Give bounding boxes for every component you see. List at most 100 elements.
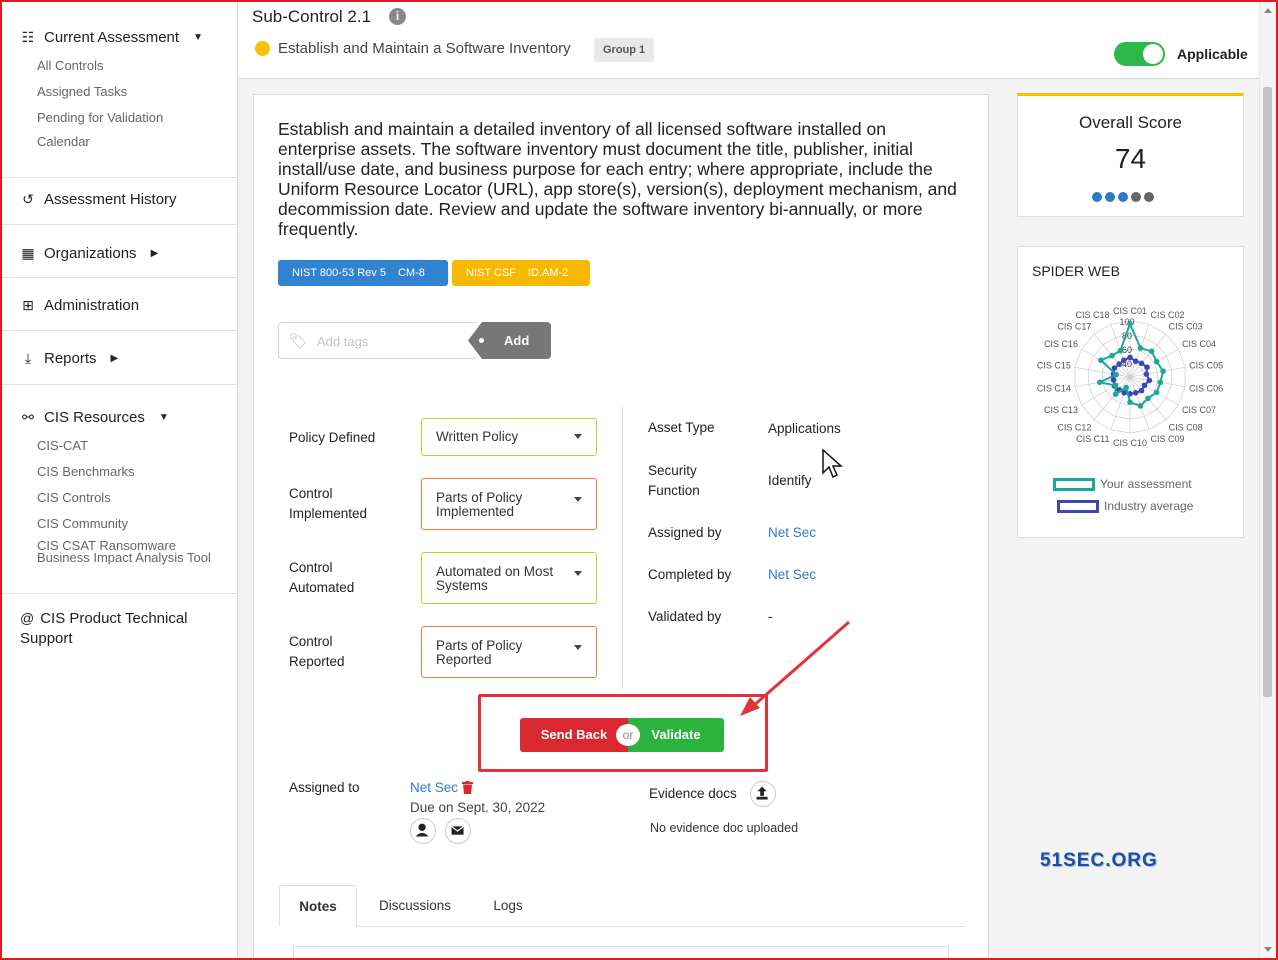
tab-discussions[interactable]: Discussions [365, 885, 465, 927]
axis-label: CIS C14 [1037, 384, 1071, 394]
caret-down-icon: ▼ [158, 412, 169, 423]
nav-administration-label: Administration [44, 297, 140, 314]
axis-label: CIS C08 [1169, 423, 1203, 433]
security-function-value: Identify [768, 473, 812, 488]
add-tag-button[interactable]: Add [468, 322, 551, 359]
axis-label: CIS C13 [1044, 405, 1078, 415]
score-dot [1144, 192, 1154, 202]
tag-hole-icon [479, 338, 484, 343]
legend-your-assessment: Your assessment [1100, 477, 1192, 491]
tab-notes[interactable]: Notes [279, 885, 357, 927]
assign-user-button[interactable] [410, 818, 436, 844]
sidebar: ☷ Current Assessment ▼ All Controls Assi… [2, 2, 238, 958]
evidence-status: No evidence doc uploaded [650, 821, 799, 835]
nav-item-cis-csat-ransomware[interactable]: CIS CSAT Ransomware Business Impact Anal… [2, 539, 237, 564]
upload-icon [756, 786, 768, 800]
spider-web-title: SPIDER WEB [1032, 263, 1120, 279]
assigned-by-link[interactable]: Net Sec [768, 525, 816, 540]
nav-administration[interactable]: ⊞ Administration [2, 278, 237, 314]
nav-current-assessment[interactable]: ☷ Current Assessment ▼ [2, 2, 237, 46]
chevron-down-icon [574, 571, 582, 576]
send-back-button[interactable]: Send Back [520, 718, 628, 752]
tab-logs[interactable]: Logs [475, 885, 541, 927]
download-icon: ⤓ [24, 350, 32, 366]
your-assessment-point [1148, 348, 1155, 355]
nav-product-support-line2: Support [20, 630, 73, 647]
industry-average-point [1138, 387, 1145, 394]
scroll-up-icon[interactable] [1264, 8, 1272, 13]
select-value-line: Systems [436, 578, 488, 593]
industry-average-point [1144, 364, 1150, 370]
validate-button[interactable]: Validate [628, 718, 724, 752]
your-assessment-point [1112, 382, 1119, 389]
industry-average-point [1121, 357, 1127, 363]
watermark: 51SEC.ORG [1040, 850, 1158, 871]
list-icon: ☷ [21, 29, 35, 45]
score-dot [1105, 192, 1115, 202]
axis-label: CIS C01 [1113, 306, 1147, 316]
nav-item-cis-community[interactable]: CIS Community [2, 514, 237, 540]
policy-defined-value: Written Policy [436, 429, 519, 444]
nav-item-pending-validation[interactable]: Pending for Validation [2, 108, 237, 134]
nav-section-organizations: ▦ Organizations ▶ [2, 225, 237, 278]
control-automated-select[interactable]: Automated on Most Systems [421, 552, 597, 604]
control-implemented-label: Control Implemented [289, 484, 367, 524]
ref-framework: NIST CSF [466, 267, 516, 279]
ref-tag-nist-800-53[interactable]: NIST 800-53 Rev 5 CM-8 [278, 260, 448, 286]
assigned-to-link[interactable]: Net Sec [410, 780, 458, 795]
nav-item-calendar[interactable]: Calendar [2, 134, 237, 160]
legend-swatch-yours [1053, 478, 1095, 491]
axis-label: CIS C12 [1057, 423, 1091, 433]
your-assessment-point [1112, 391, 1119, 397]
nav-product-support[interactable]: @ CIS Product Technical Support [2, 594, 237, 649]
nav-assessment-history[interactable]: ↺ Assessment History [2, 178, 237, 208]
your-assessment-point [1160, 368, 1166, 374]
nav-item-cis-cat[interactable]: CIS-CAT [2, 436, 237, 462]
info-icon[interactable]: i [389, 8, 406, 25]
applicable-toggle[interactable] [1114, 42, 1165, 66]
axis-label: CIS C04 [1182, 339, 1216, 349]
your-assessment-point [1127, 399, 1133, 405]
nav-item-cis-controls[interactable]: CIS Controls [2, 488, 237, 514]
due-date: Due on Sept. 30, 2022 [410, 800, 546, 815]
nav-organizations[interactable]: ▦ Organizations ▶ [2, 225, 237, 262]
axis-label: CIS C10 [1113, 438, 1147, 448]
nav-item-assigned-tasks[interactable]: Assigned Tasks [2, 82, 237, 108]
label-line: Security [648, 463, 697, 478]
email-button[interactable] [445, 818, 471, 844]
nav-reports[interactable]: ⤓ Reports ▶ [2, 331, 237, 367]
scale-label: 60 [1122, 345, 1132, 355]
or-separator: or [616, 724, 640, 746]
policy-defined-label: Policy Defined [289, 430, 376, 445]
control-subtitle: Establish and Maintain a Software Invent… [278, 40, 571, 57]
control-reported-select[interactable]: Parts of Policy Reported [421, 626, 597, 678]
control-implemented-select[interactable]: Parts of Policy Implemented [421, 478, 597, 530]
validated-by-value: - [768, 609, 773, 624]
sitemap-icon: ⊞ [22, 297, 34, 313]
label-line: Implemented [289, 506, 368, 521]
industry-average-point [1146, 377, 1153, 384]
upload-evidence-button[interactable] [750, 781, 776, 807]
policy-defined-select[interactable]: Written Policy [421, 418, 597, 456]
completed-by-link[interactable]: Net Sec [768, 567, 816, 582]
ref-tag-nist-csf[interactable]: NIST CSF ID.AM-2 [452, 260, 590, 286]
trash-icon[interactable] [462, 781, 473, 794]
nav-organizations-label: Organizations [44, 245, 137, 262]
nav-cis-resources[interactable]: ⚯ CIS Resources ▼ [2, 385, 237, 426]
asset-type-label: Asset Type [648, 420, 715, 435]
select-value-line: Implemented [436, 504, 515, 519]
industry-average-point [1127, 354, 1133, 361]
axis-label: CIS C05 [1189, 361, 1223, 371]
tags-input[interactable]: 🏷 Add tags [278, 322, 478, 359]
ref-framework: NIST 800-53 Rev 5 [292, 267, 386, 279]
your-assessment-point [1153, 389, 1160, 396]
vertical-scrollbar[interactable] [1259, 2, 1274, 958]
score-dot [1131, 192, 1141, 202]
nav-item-cis-benchmarks[interactable]: CIS Benchmarks [2, 462, 237, 488]
control-description: Establish and maintain a detailed invent… [278, 119, 957, 239]
nav-item-all-controls[interactable]: All Controls [2, 56, 237, 82]
axis-label: CIS C16 [1044, 339, 1078, 349]
scroll-down-icon[interactable] [1264, 947, 1272, 952]
assigned-to-label: Assigned to [289, 780, 360, 795]
scrollbar-thumb[interactable] [1263, 87, 1272, 697]
